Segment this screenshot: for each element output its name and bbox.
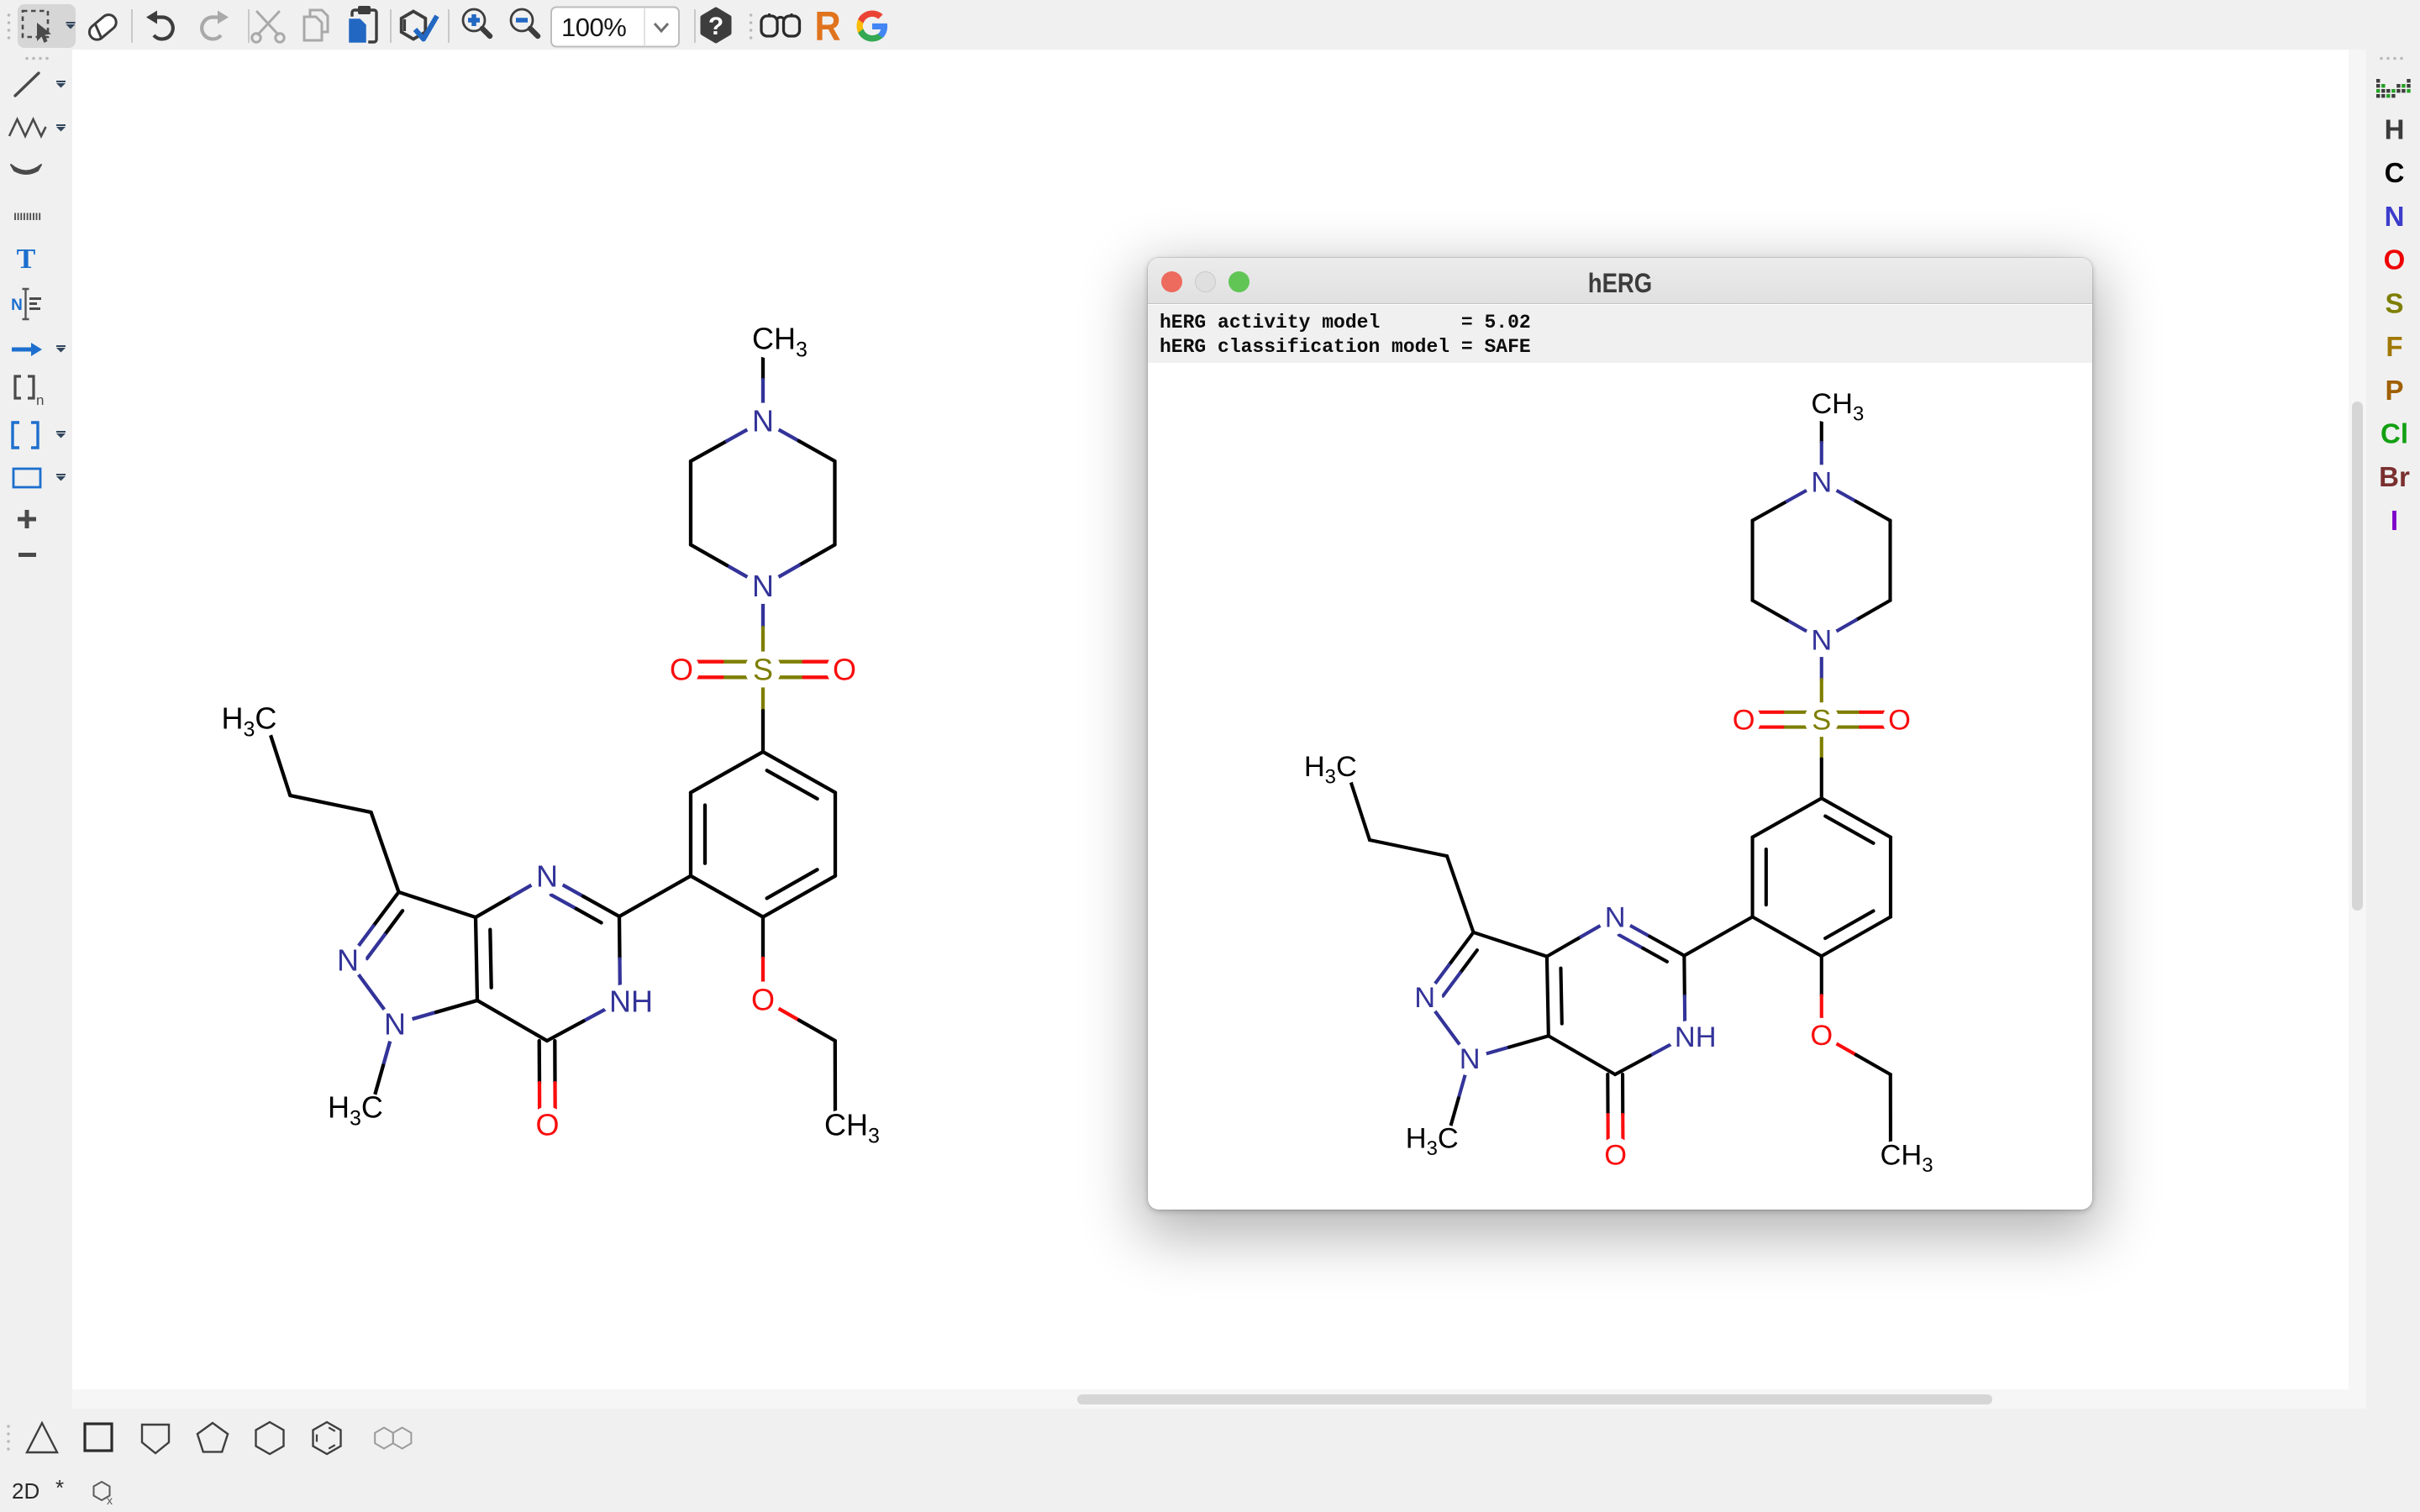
svg-text:S: S <box>2385 287 2403 318</box>
svg-text:Cl: Cl <box>2381 418 2408 449</box>
svg-text:2D: 2D <box>12 1478 39 1504</box>
svg-text:x: x <box>107 1494 113 1507</box>
svg-text:n: n <box>36 392 44 408</box>
svg-text:O: O <box>2384 244 2406 276</box>
svg-text:C: C <box>2385 157 2405 188</box>
svg-text:H: H <box>2385 114 2405 145</box>
svg-text:Br: Br <box>2379 461 2410 492</box>
svg-text:100%: 100% <box>561 13 626 42</box>
svg-text:N: N <box>2385 201 2405 232</box>
svg-text:I: I <box>2391 505 2398 536</box>
svg-text:P: P <box>2385 375 2403 406</box>
svg-text:T: T <box>17 244 36 275</box>
svg-text:R: R <box>814 3 840 49</box>
svg-text:F: F <box>2386 331 2402 362</box>
svg-text:*: * <box>55 1475 64 1500</box>
svg-text:?: ? <box>708 13 723 40</box>
svg-text:N: N <box>11 297 23 314</box>
